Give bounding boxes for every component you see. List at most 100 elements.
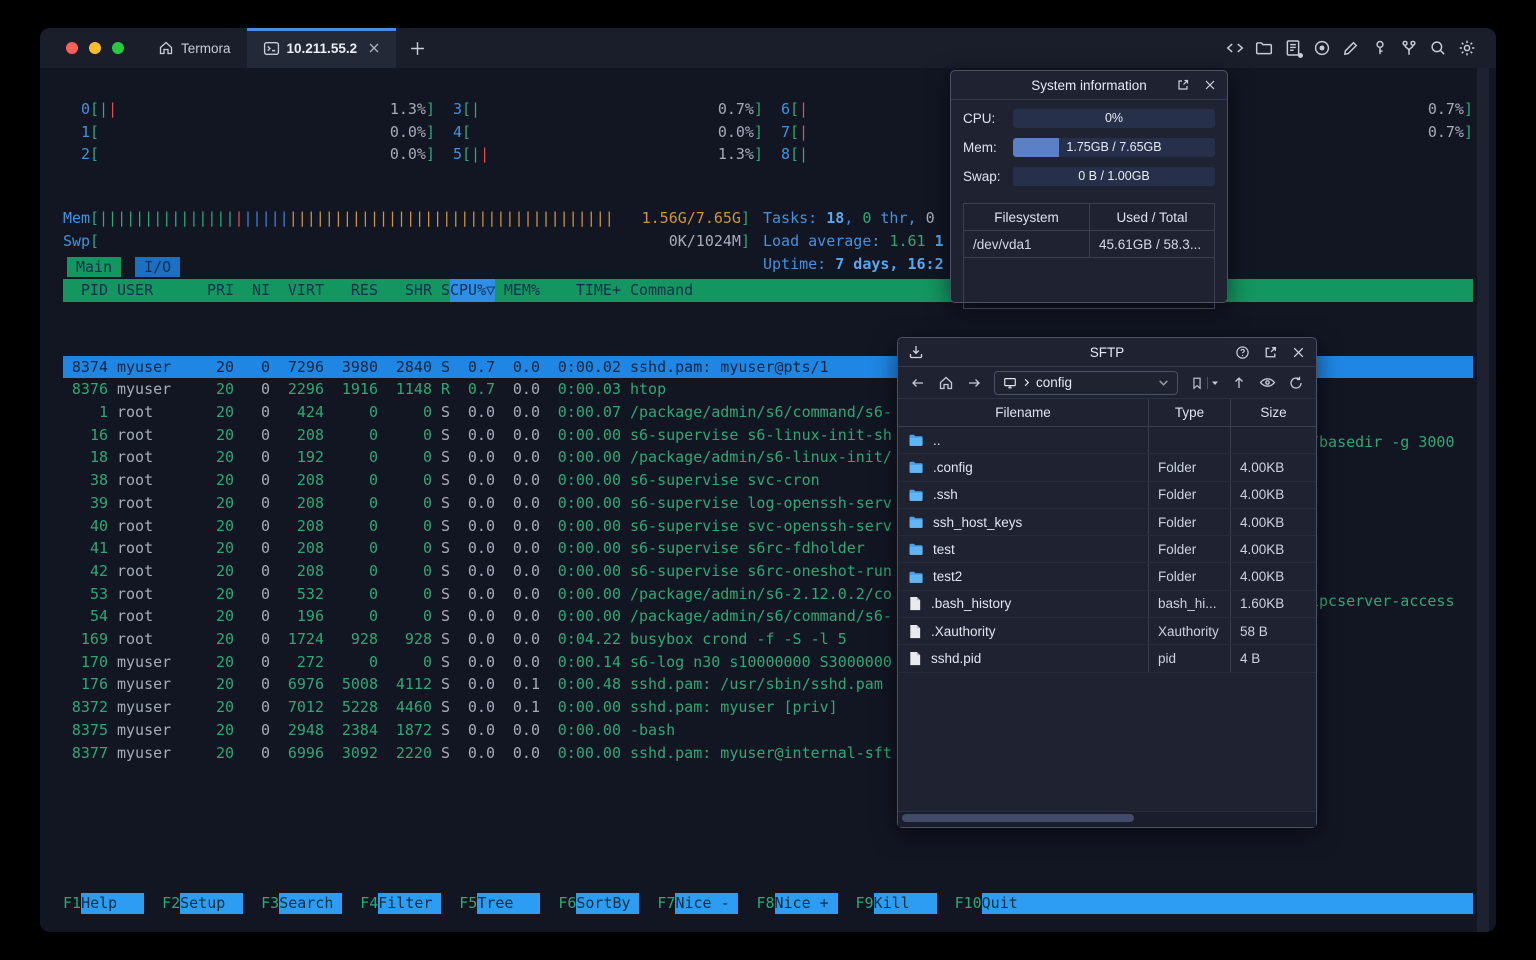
file-type: Folder [1149,481,1231,508]
download-icon[interactable] [908,344,924,360]
tasks-line: Tasks: 18, 0 thr, 0 [763,209,935,227]
file-row[interactable]: .ssh Folder 4.00KB [898,481,1316,509]
chevron-right-icon [1022,378,1031,387]
new-tab-button[interactable] [396,28,439,68]
search-icon[interactable] [1429,39,1447,57]
help-icon[interactable] [1235,345,1250,360]
home-icon[interactable] [938,375,954,391]
chevron-down-icon[interactable] [1158,377,1169,388]
resource-meter: Mem: 1.75GB / 7.65GB [963,137,1215,157]
back-icon[interactable] [910,375,926,391]
forward-icon[interactable] [966,375,982,391]
tab-session-label: 10.211.55.2 [286,40,358,56]
function-key[interactable]: F4 Filter [360,893,442,914]
file-row[interactable]: ssh_host_keys Folder 4.00KB [898,508,1316,537]
function-key[interactable]: F8 Nice + [756,893,838,914]
function-key[interactable]: F9 Kill [856,893,937,914]
close-icon[interactable] [1203,78,1217,92]
terminal-scrollbar[interactable] [1477,68,1489,932]
file-size: 1.60KB [1240,596,1285,612]
resource-meter: Swap: 0 B / 1.00GB [963,166,1215,186]
filesystem-row[interactable]: /dev/vda1 45.61GB / 58.3... [964,231,1214,258]
tab-session[interactable]: 10.211.55.2 [246,28,397,68]
function-key[interactable]: F5 Tree [459,893,541,914]
computer-icon [1003,376,1017,390]
folder-icon [908,514,924,530]
file-row[interactable]: .bash_history bash_hi... 1.60KB [898,590,1316,619]
htop-tab-io[interactable]: I/O [135,257,181,277]
file-row[interactable]: .Xauthority Xauthority 58 B [898,618,1316,646]
folder-icon[interactable] [1255,39,1273,57]
open-in-window-icon[interactable] [1263,345,1278,360]
file-type: Folder [1149,536,1231,563]
close-icon[interactable] [1291,345,1306,360]
sftp-panel: SFTP config Filename Type Size .. .confi… [897,337,1317,828]
file-name: .Xauthority [931,623,996,639]
file-row[interactable]: sshd.pid pid 4 B [898,645,1316,673]
close-window-button[interactable] [66,42,78,54]
process-table-header[interactable]: PID USER PRI NI VIRT RES SHR S CPU%▽ MEM% TIME+ Com… [63,279,1473,302]
tab-home-label: Termora [181,40,231,56]
folder-icon [908,541,924,557]
file-size: 4.00KB [1240,514,1285,530]
settings-icon[interactable] [1458,39,1476,57]
column-size[interactable]: Size [1231,399,1316,426]
column-filesystem[interactable]: Filesystem [964,204,1090,230]
cpu-meter: 0[|| 1.3%] [80,100,435,118]
column-filename[interactable]: Filename [898,399,1149,426]
traffic-lights [40,28,142,68]
file-icon [908,596,922,611]
function-key[interactable]: F2 Setup [162,893,244,914]
command-fragment: /basedir -g 3000 [1310,432,1455,451]
tab-close-icon[interactable] [368,42,380,54]
up-directory-icon[interactable] [1231,375,1247,391]
htop-tab-main[interactable]: Main [67,257,122,277]
file-type: Folder [1149,508,1231,536]
file-name: ssh_host_keys [933,514,1023,530]
code-icon[interactable] [1226,39,1244,57]
sftp-hscrollbar-thumb[interactable] [902,814,1134,822]
function-key[interactable]: F1 Help [63,893,145,914]
edit-icon[interactable] [1342,39,1360,57]
file-size: 4.00KB [1240,459,1285,475]
sftp-file-list: .. .config Folder 4.00KB .ssh Folder 4.0… [898,427,1316,673]
column-type[interactable]: Type [1149,399,1231,426]
column-used-total[interactable]: Used / Total [1090,204,1214,230]
file-row[interactable]: .config Folder 4.00KB [898,454,1316,482]
cpu-meter: 4[0.0%] [452,122,763,141]
tab-home[interactable]: Termora [142,28,247,68]
minimize-window-button[interactable] [89,42,101,54]
file-size: 4.00KB [1240,487,1285,503]
file-row[interactable]: test Folder 4.00KB [898,536,1316,564]
file-row[interactable]: test2 Folder 4.00KB [898,563,1316,591]
sftp-hscrollbar-track [898,811,1316,827]
filesystem-table: Filesystem Used / Total /dev/vda1 45.61G… [963,203,1215,309]
function-key[interactable]: F3 Search [261,893,343,914]
sftp-table-header: Filename Type Size [898,399,1316,427]
caret-down-icon[interactable] [1211,379,1219,387]
folder-icon [908,432,924,448]
function-key[interactable]: F7 Nice - [657,893,739,914]
zoom-window-button[interactable] [112,42,124,54]
path-breadcrumb[interactable]: config [994,370,1178,395]
keychain-icon[interactable] [1400,39,1418,57]
folder-icon [908,569,924,585]
file-icon [908,624,922,639]
cpu-meter: 2[0.0%] [80,145,435,164]
key-icon[interactable] [1371,39,1389,57]
resource-meter: CPU: 0% [963,108,1215,128]
function-key[interactable]: F6 SortBy [558,893,640,914]
bookmark-icon[interactable] [1190,376,1204,390]
titlebar: Termora 10.211.55.2 [40,28,1496,68]
mem-meter: Mem[||||||||||||||||||||||||||||||||||||… [63,209,750,227]
log-icon[interactable] [1284,39,1303,58]
load-average-line: Load average: 1.61 1 [763,232,944,250]
folder-icon [908,487,924,503]
refresh-icon[interactable] [1288,375,1304,391]
show-hidden-icon[interactable] [1259,374,1276,391]
file-row[interactable]: .. [898,427,1316,455]
open-in-window-icon[interactable] [1176,78,1190,92]
file-name: .bash_history [931,596,1012,612]
function-key[interactable]: F10 Quit [955,893,1473,914]
record-icon[interactable] [1313,39,1331,57]
